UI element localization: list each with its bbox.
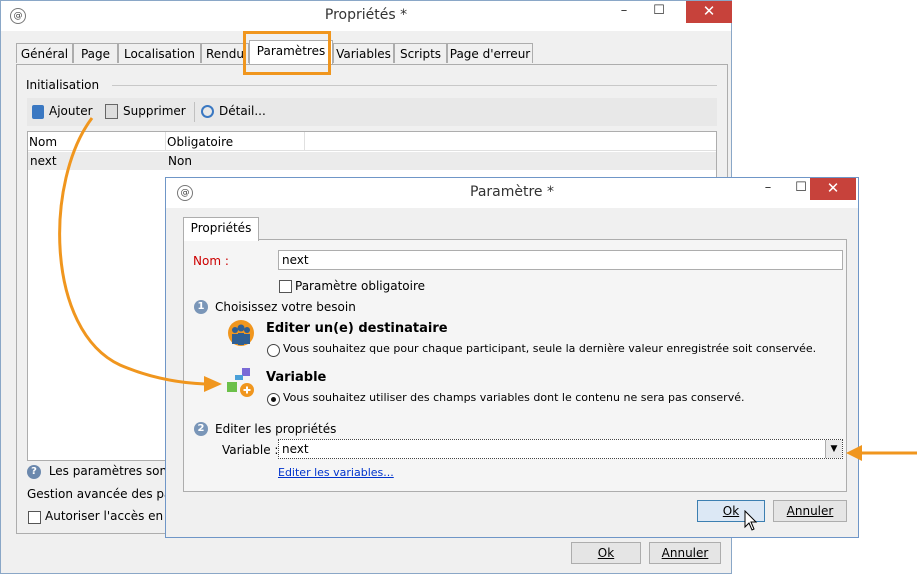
curved-arrow (58, 117, 206, 386)
mouse-cursor-icon (744, 510, 758, 531)
right-arrow-head (846, 445, 862, 461)
curved-arrow-head (204, 376, 222, 392)
annotation-arrows (58, 117, 917, 461)
